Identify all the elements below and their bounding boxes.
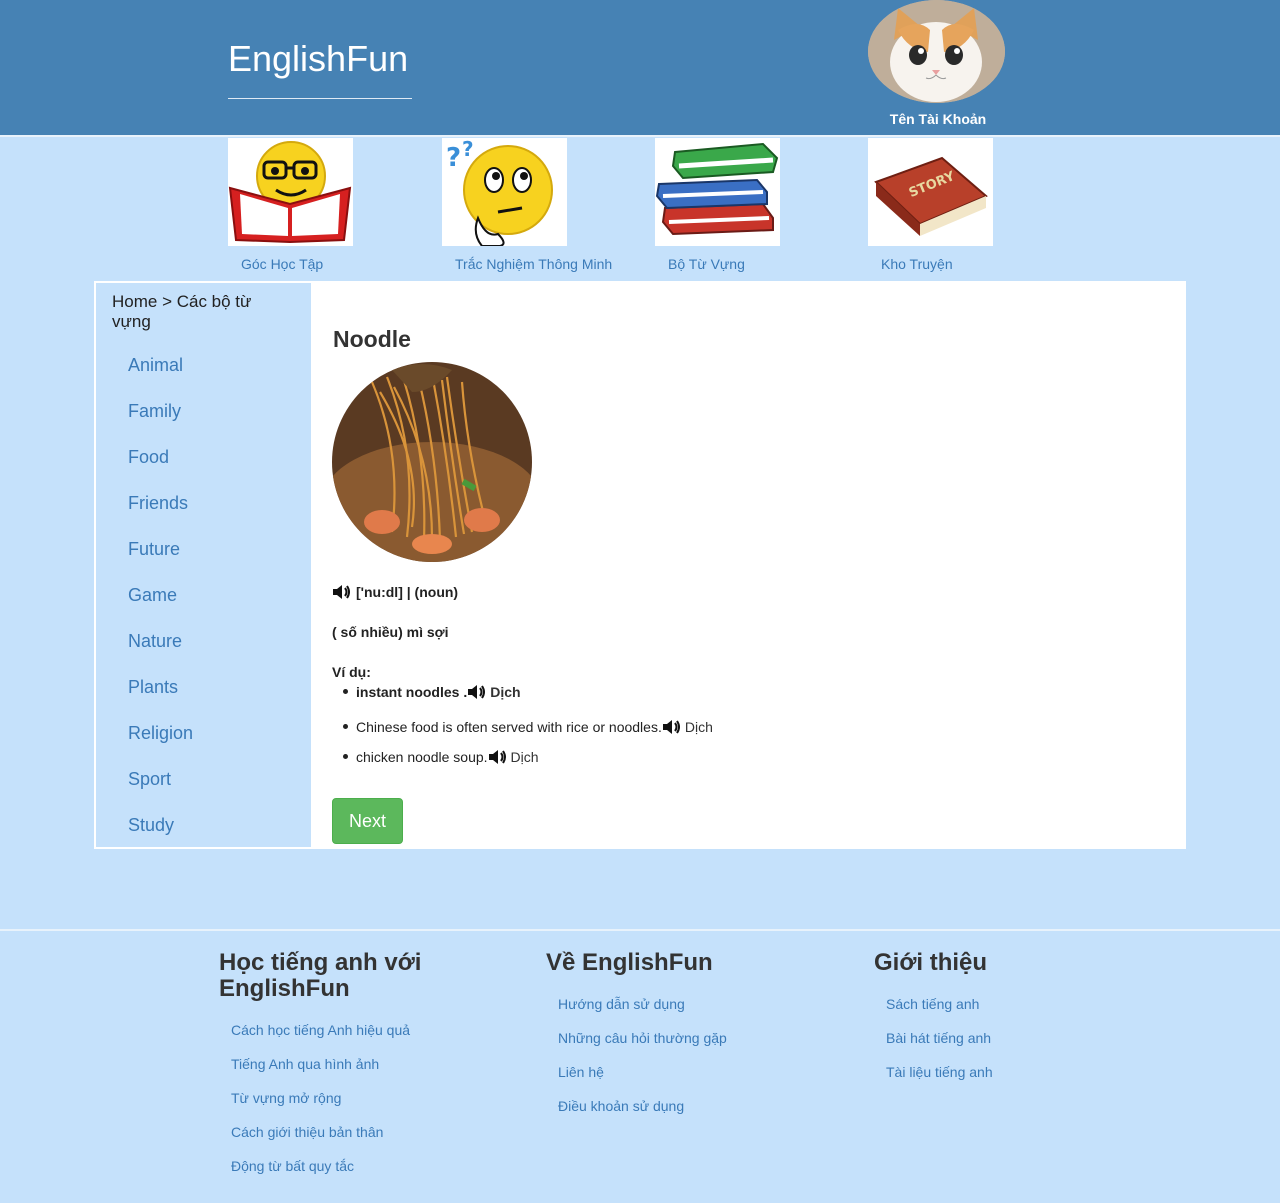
category-label[interactable]: Bộ Từ Vựng [668, 256, 855, 272]
thinking-emoji-icon[interactable]: ? ? [442, 138, 567, 246]
footer-link[interactable]: Bài hát tiếng anh [886, 1030, 991, 1046]
example-item: Chinese food is often served with rice o… [343, 718, 713, 736]
noodle-image [332, 362, 532, 562]
footer-link[interactable]: Cách học tiếng Anh hiệu quả [231, 1022, 410, 1038]
sidebar-item-friends[interactable]: Friends [128, 493, 188, 514]
account-name[interactable]: Tên Tài Khoản [868, 111, 1008, 127]
user-avatar[interactable] [868, 0, 1005, 103]
example-item: chicken noodle soup. Dịch [343, 748, 539, 766]
examples-label: Ví dụ: [332, 664, 371, 680]
word-title: Noodle [333, 326, 411, 352]
vocab-sidebar: Home > Các bộ từ vựng Animal Family Food… [94, 281, 311, 849]
footer-title: Học tiếng anh với EnglishFun [219, 949, 422, 1002]
sidebar-item-future[interactable]: Future [128, 539, 180, 560]
footer-link[interactable]: Động từ bất quy tắc [231, 1158, 354, 1174]
speaker-icon[interactable] [332, 583, 352, 601]
category-label[interactable]: Trắc Nghiệm Thông Minh [455, 256, 642, 272]
footer-link[interactable]: Liên hệ [558, 1064, 604, 1080]
site-logo[interactable]: EnglishFun [228, 38, 408, 80]
speaker-icon[interactable] [488, 748, 508, 766]
sidebar-item-nature[interactable]: Nature [128, 631, 182, 652]
sidebar-item-study[interactable]: Study [128, 815, 174, 836]
footer-title: Giới thiệu [874, 949, 988, 976]
footer-link[interactable]: Từ vựng mở rộng [231, 1090, 341, 1106]
example-text: Chinese food is often served with rice o… [356, 719, 662, 735]
footer-col-about: Về EnglishFun Hướng dẫn sử dụng Những câ… [546, 949, 806, 1115]
example-item: instant noodles . Dịch [343, 683, 521, 701]
footer-col-learn: Học tiếng anh với EnglishFun Cách học ti… [219, 949, 479, 1175]
next-button[interactable]: Next [332, 798, 403, 844]
footer-link[interactable]: Tài liệu tiếng anh [886, 1064, 993, 1080]
story-book-icon[interactable]: STORY [868, 138, 993, 246]
speaker-icon[interactable] [662, 718, 682, 736]
category-trac-nghiem[interactable]: ? ? Trắc Nghiệm Thông Minh [442, 138, 642, 272]
sidebar-item-religion[interactable]: Religion [128, 723, 193, 744]
example-text: instant noodles . [356, 684, 468, 700]
footer-divider [0, 929, 1280, 931]
phonetic-text: ['nu:dl] | (noun) [356, 584, 459, 600]
sidebar-item-food[interactable]: Food [128, 447, 169, 468]
translate-link[interactable]: Dịch [511, 749, 539, 765]
footer-link[interactable]: Cách giới thiệu bản thân [231, 1124, 383, 1140]
footer-col-intro: Giới thiệu Sách tiếng anh Bài hát tiếng … [874, 949, 1134, 1081]
speaker-icon[interactable] [467, 683, 487, 701]
category-bo-tu-vung[interactable]: Bộ Từ Vựng [655, 138, 855, 272]
example-text: chicken noodle soup. [356, 749, 488, 765]
category-goc-hoc-tap[interactable]: Góc Học Tập [228, 138, 428, 272]
svg-text:?: ? [446, 143, 461, 173]
footer-link[interactable]: Tiếng Anh qua hình ảnh [231, 1056, 379, 1072]
sidebar-item-animal[interactable]: Animal [128, 355, 183, 376]
reading-emoji-icon[interactable] [228, 138, 353, 246]
phonetic-line: ['nu:dl] | (noun) [332, 583, 458, 601]
word-detail-panel: Noodle ['nu:dl] | (noun) ( số nhiều) mì … [311, 281, 1186, 849]
sidebar-item-family[interactable]: Family [128, 401, 181, 422]
cat-avatar-icon [868, 0, 1005, 103]
brand-underline [228, 98, 412, 99]
category-label[interactable]: Kho Truyện [881, 256, 1068, 272]
breadcrumb[interactable]: Home > Các bộ từ vựng [112, 292, 282, 332]
footer-link[interactable]: Hướng dẫn sử dụng [558, 996, 685, 1012]
site-header: EnglishFun Tên Tài Khoản [0, 0, 1280, 137]
category-kho-truyen[interactable]: STORY Kho Truyện [868, 138, 1068, 272]
footer-link[interactable]: Điều khoản sử dụng [558, 1098, 684, 1114]
sidebar-item-plants[interactable]: Plants [128, 677, 178, 698]
word-meaning: ( số nhiều) mì sợi [332, 624, 449, 640]
footer-link[interactable]: Sách tiếng anh [886, 996, 979, 1012]
sidebar-item-sport[interactable]: Sport [128, 769, 171, 790]
svg-text:?: ? [462, 138, 474, 161]
sidebar-item-game[interactable]: Game [128, 585, 177, 606]
translate-link[interactable]: Dịch [685, 719, 713, 735]
category-label[interactable]: Góc Học Tập [241, 256, 428, 272]
footer-title: Về EnglishFun [546, 949, 713, 976]
footer-link[interactable]: Những câu hỏi thường gặp [558, 1030, 727, 1046]
books-stack-icon[interactable] [655, 138, 780, 246]
translate-link[interactable]: Dịch [490, 684, 520, 700]
